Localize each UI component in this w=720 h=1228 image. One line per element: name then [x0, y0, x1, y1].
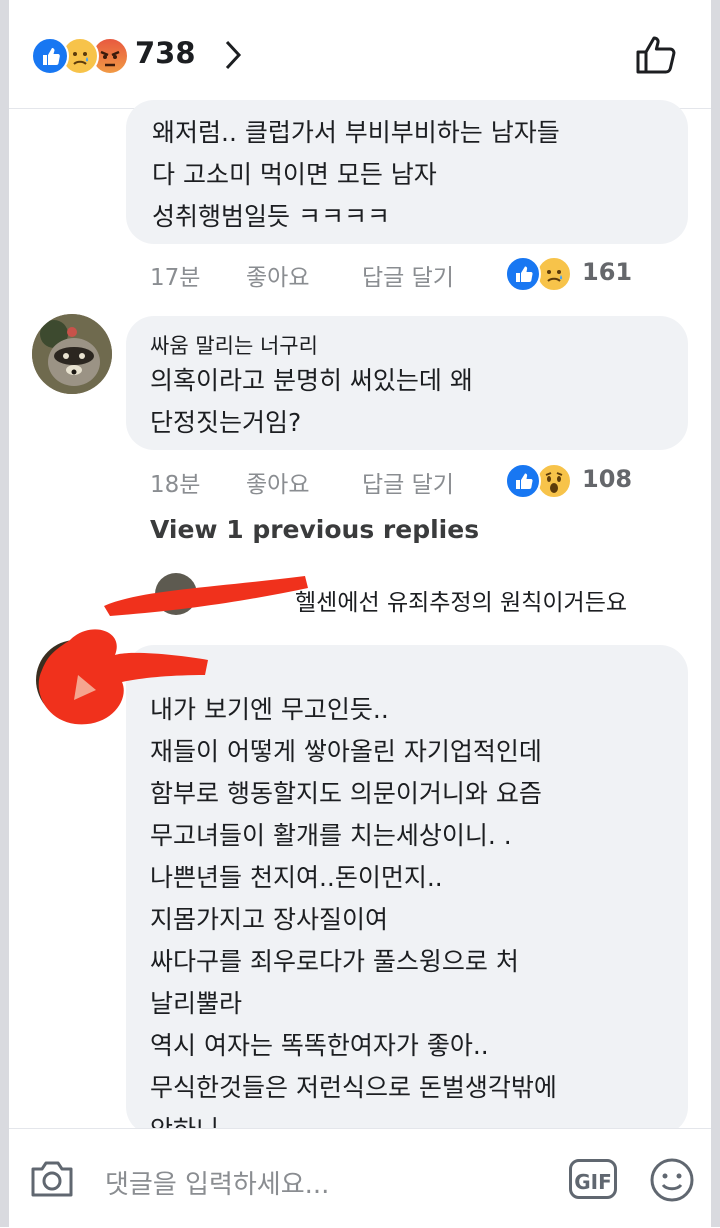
comment-line: 무고녀들이 활개를 치는세상이니. . — [150, 821, 512, 850]
comment-line: 왜저럼.. 클럽가서 부비부비하는 남자들 — [152, 118, 560, 147]
comment-time: 17분 — [150, 265, 201, 291]
comment-line: 함부로 행동할지도 의문이거니와 요즘 — [150, 779, 542, 808]
emoji-icon[interactable] — [649, 1157, 695, 1203]
avatar[interactable] — [155, 573, 197, 615]
comment-line: 의혹이라고 분명히 써있는데 왜 — [150, 366, 473, 395]
comment-author[interactable]: 싸움 말리는 너구리 — [150, 330, 318, 360]
comment-bubble[interactable]: 왜저럼.. 클럽가서 부비부비하는 남자들 다 고소미 먹이면 모든 남자 성취… — [126, 100, 688, 244]
like-link[interactable]: 좋아요 — [246, 465, 309, 499]
right-frame-edge — [711, 0, 720, 1227]
comment-line: 싸다구를 죄우로다가 풀스윙으로 처 — [150, 947, 519, 976]
view-previous-replies-link[interactable]: View 1 previous replies — [150, 515, 479, 544]
comment-line: 무식한것들은 저런식으로 돈벌생각밖에 — [150, 1073, 557, 1102]
comment-meta: 18분 좋아요 답글 달기 108 — [150, 463, 690, 499]
reactions-header: 738 — [9, 0, 711, 109]
comment-meta: 17분 좋아요 답글 달기 161 — [150, 256, 690, 292]
comment-composer: 댓글을 입력하세요... GIF — [9, 1128, 711, 1228]
redaction-mark — [104, 576, 308, 616]
comment-time: 18분 — [150, 472, 201, 498]
comment-line: 단정짓는거임? — [150, 408, 302, 437]
comment-line: 내가 보기엔 무고인듯.. — [150, 695, 389, 724]
reaction-count[interactable]: 108 — [582, 465, 632, 493]
comment-line: 재들이 어떻게 쌓아올린 자기업적인데 — [150, 737, 542, 766]
like-link[interactable]: 좋아요 — [246, 258, 309, 292]
left-frame-edge — [0, 0, 9, 1227]
like-icon — [31, 37, 69, 75]
sad-icon — [536, 256, 572, 292]
chevron-right-icon[interactable] — [219, 38, 247, 72]
comment-line: 나쁜년들 천지여..돈이먼지.. — [150, 863, 443, 892]
reply-preview-text[interactable]: 헬센에선 유죄추정의 원칙이거든요 — [295, 583, 627, 617]
wow-icon — [536, 463, 572, 499]
comment-line: 지몸가지고 장사질이여 — [150, 905, 388, 934]
comment-author[interactable] — [150, 659, 210, 683]
reaction-count[interactable]: 738 — [135, 36, 196, 70]
like-icon — [505, 463, 541, 499]
comment-line: 성취행범일듯 ㅋㅋㅋㅋ — [152, 202, 390, 231]
comment-line: 날리뿔라 — [150, 989, 243, 1018]
gif-button[interactable]: GIF — [569, 1159, 617, 1199]
reaction-count[interactable]: 161 — [582, 258, 632, 286]
like-icon — [505, 256, 541, 292]
avatar[interactable] — [36, 640, 116, 720]
comment-input[interactable]: 댓글을 입력하세요... — [105, 1164, 329, 1201]
comment-line: 다 고소미 먹이면 모든 남자 — [152, 160, 437, 189]
comment-bubble[interactable]: 내가 보기엔 무고인듯.. 재들이 어떻게 쌓아올린 자기업적인데 함부로 행동… — [126, 645, 688, 1144]
avatar[interactable] — [32, 314, 112, 394]
camera-icon[interactable] — [29, 1159, 75, 1199]
reply-link[interactable]: 답글 달기 — [362, 465, 454, 499]
comment-line: 역시 여자는 똑똑한여자가 좋아.. — [150, 1031, 489, 1060]
comment-bubble[interactable]: 싸움 말리는 너구리 의혹이라고 분명히 써있는데 왜 단정짓는거임? — [126, 316, 688, 450]
like-outline-icon[interactable] — [633, 32, 679, 78]
reply-link[interactable]: 답글 달기 — [362, 258, 454, 292]
